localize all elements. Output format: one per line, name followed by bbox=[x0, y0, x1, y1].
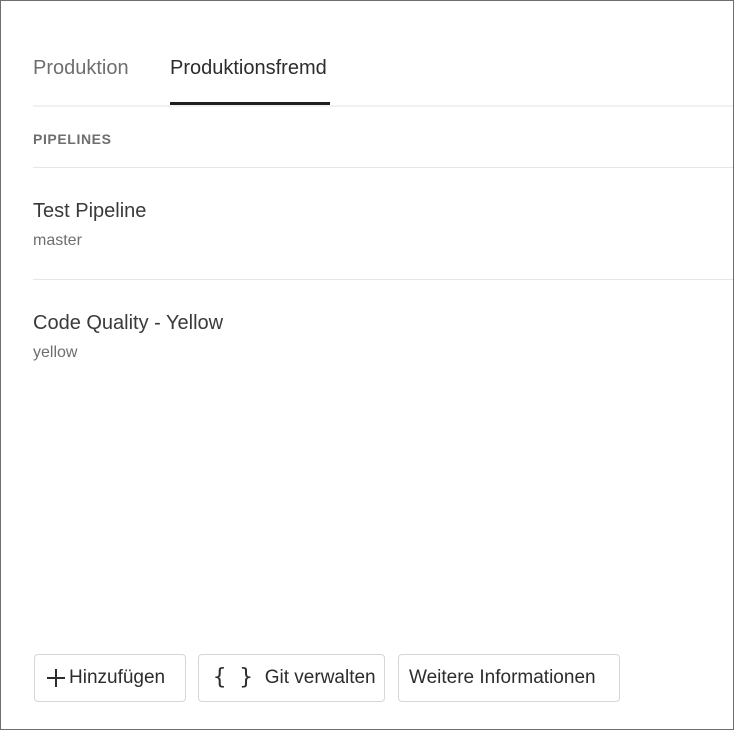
add-button[interactable]: Hinzufügen bbox=[34, 654, 186, 702]
pipeline-name: Test Pipeline bbox=[33, 200, 147, 222]
pipeline-name: Code Quality - Yellow bbox=[33, 312, 224, 334]
plus-icon bbox=[47, 669, 65, 687]
tab-produktion[interactable]: Produktion bbox=[33, 55, 129, 81]
selected-tab-indicator bbox=[170, 102, 330, 105]
more-info-button[interactable]: Weitere Informationen bbox=[398, 654, 620, 702]
manage-git-button[interactable]: { } Git verwalten bbox=[198, 654, 385, 702]
pipelines-panel: Produktion Produktionsfremd PIPELINES Te… bbox=[0, 0, 734, 730]
more-info-button-label: Weitere Informationen bbox=[409, 667, 596, 688]
tab-produktionsfremd[interactable]: Produktionsfremd bbox=[170, 55, 327, 81]
braces-icon: { } bbox=[213, 665, 253, 690]
tab-bar: Produktion Produktionsfremd bbox=[33, 1, 733, 107]
section-title: PIPELINES bbox=[33, 131, 112, 147]
pipeline-item-code-quality-yellow[interactable]: Code Quality - Yellow yellow bbox=[33, 280, 733, 391]
pipeline-branch: master bbox=[33, 232, 82, 249]
pipeline-item-test-pipeline[interactable]: Test Pipeline master bbox=[33, 168, 733, 280]
pipeline-branch: yellow bbox=[33, 344, 78, 361]
manage-git-button-label: Git verwalten bbox=[264, 667, 376, 688]
add-button-label: Hinzufügen bbox=[69, 667, 166, 688]
